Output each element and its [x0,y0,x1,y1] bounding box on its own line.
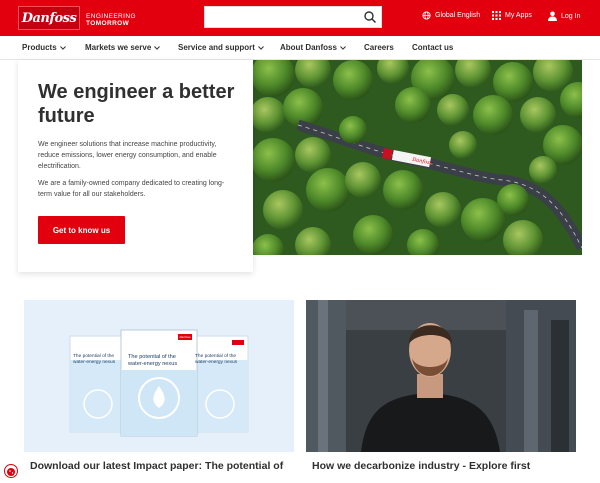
language-label: Global English [435,12,481,19]
booklet-title: The potential of the water-energy nexus [128,354,178,367]
login-label: Log In [561,12,581,20]
my-apps-label: My Apps [505,12,532,19]
nav-item-about[interactable]: About Danfoss [280,43,346,52]
booklet-center [120,329,198,437]
booklet-title-left: The potential of the water-energy nexus [73,354,116,365]
hero-title: We engineer a better future [38,81,235,127]
my-apps-link[interactable]: My Apps [492,11,532,20]
nav-item-products[interactable]: Products [22,43,66,52]
booklet-title-right: The potential of the water-energy nexus [195,354,238,365]
top-bar: Danfoss ENGINEERING TOMORROW Global Engl… [0,0,600,36]
nav-item-service[interactable]: Service and support [178,43,264,52]
nav-item-contact[interactable]: Contact us [412,43,453,52]
globe-icon [422,11,431,20]
booklet-illustration [69,329,249,437]
language-selector[interactable]: Global English [422,11,480,20]
industry-presenter-photo [306,300,576,452]
hero-card: We engineer a better future We engineer … [18,60,253,272]
chevron-down-icon [340,45,346,50]
decarbonize-video-card-image[interactable] [306,300,576,452]
tagline-line1: ENGINEERING [86,13,136,20]
nav-item-markets[interactable]: Markets we serve [85,43,161,52]
apps-grid-icon [492,11,501,20]
cookie-icon [7,468,15,476]
search-icon[interactable] [363,10,377,24]
hero-paragraph-2: We are a family-owned company dedicated … [38,180,225,198]
tagline: ENGINEERING TOMORROW [86,13,136,27]
decarbonize-card-title[interactable]: How we decarbonize industry - Explore fi… [312,460,530,472]
nav-item-careers[interactable]: Careers [364,43,394,52]
tagline-line2: TOMORROW [86,20,130,27]
cookie-settings-button[interactable] [4,464,18,478]
hero-paragraph-1: We engineer solutions that increase mach… [38,141,217,170]
get-to-know-us-button[interactable]: Get to know us [38,216,125,244]
login-link[interactable]: Log In [548,11,580,21]
chevron-down-icon [59,45,66,50]
booklet-right [191,335,249,433]
chevron-down-icon [154,45,161,50]
booklet-left [69,335,127,433]
impact-paper-card-title[interactable]: Download our latest Impact paper: The po… [30,460,283,472]
booklet-brand: Danfoss [179,335,191,339]
chevron-down-icon [258,45,264,50]
main-navigation: Products Markets we serve Service and su… [0,36,600,60]
user-icon [548,11,557,21]
impact-paper-card-image[interactable]: The potential of the water-energy nexus … [24,300,294,452]
search-input[interactable] [204,6,382,28]
hero-image-forest-road: Danfoss [253,60,582,255]
danfoss-logo[interactable]: Danfoss [18,6,80,30]
